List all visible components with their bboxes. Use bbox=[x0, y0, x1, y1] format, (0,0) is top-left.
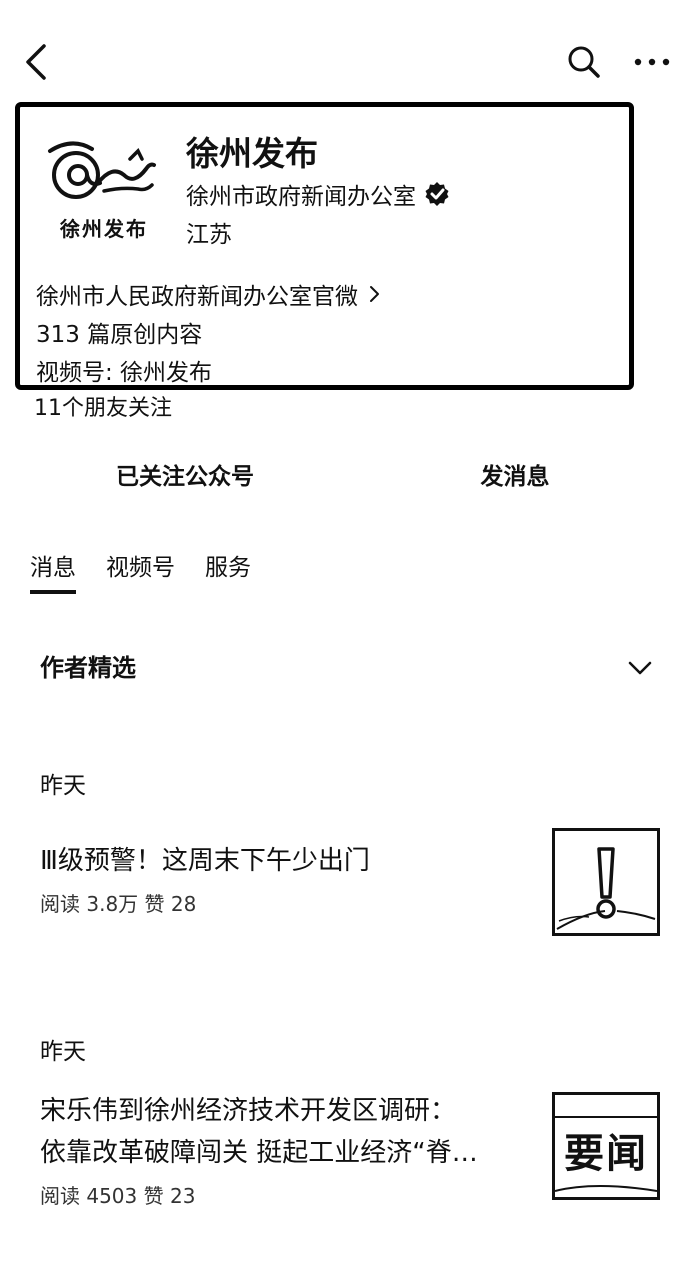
friends-following[interactable]: 11个朋友关注 bbox=[34, 390, 172, 422]
account-region: 江苏 bbox=[186, 222, 232, 248]
account-description[interactable]: 徐州市人民政府新闻办公室官微 bbox=[36, 277, 380, 311]
logo-mark-icon bbox=[48, 141, 156, 199]
chevron-right-icon bbox=[370, 286, 379, 302]
article-title: 宋乐伟到徐州经济技术开发区调研： 依靠改革破障闯关 挺起工业经济“脊… bbox=[40, 1090, 530, 1174]
logo-text: 徐州发布 bbox=[60, 217, 148, 241]
article-item[interactable]: 宋乐伟到徐州经济技术开发区调研： 依靠改革破障闯关 挺起工业经济“脊… 阅读 4… bbox=[40, 1090, 660, 1208]
account-org[interactable]: 徐州市政府新闻办公室 bbox=[186, 177, 450, 211]
account-org-label: 徐州市政府新闻办公室 bbox=[186, 184, 416, 210]
expand-button[interactable] bbox=[626, 654, 654, 682]
video-channel-link[interactable]: 视频号: 徐州发布 bbox=[36, 353, 212, 387]
account-profile-card: 徐州发布 徐州发布 徐州市政府新闻办公室 江苏 徐州市人民政府新闻办公室官微 3… bbox=[15, 102, 634, 390]
account-name: 徐州发布 bbox=[186, 134, 318, 173]
search-button[interactable] bbox=[564, 42, 604, 82]
article-date: 昨天 bbox=[40, 773, 86, 799]
tab-video-channel[interactable]: 视频号 bbox=[106, 548, 175, 594]
author-picks-section: 作者精选 bbox=[40, 648, 660, 688]
tab-messages[interactable]: 消息 bbox=[30, 548, 76, 594]
article-title-line: 宋乐伟到徐州经济技术开发区调研： bbox=[40, 1096, 457, 1126]
more-button[interactable] bbox=[630, 46, 674, 78]
more-horizontal-icon bbox=[634, 58, 670, 66]
back-button[interactable] bbox=[18, 40, 58, 84]
content-tabs: 消息 视频号 服务 bbox=[30, 548, 251, 594]
exclamation-warning-icon bbox=[556, 847, 656, 930]
article-thumbnail: 要闻 bbox=[552, 1092, 660, 1200]
account-description-text: 徐州市人民政府新闻办公室官微 bbox=[36, 284, 358, 310]
article-item[interactable]: Ⅲ级预警！这周末下午少出门 阅读 3.8万 赞 28 bbox=[40, 828, 660, 936]
article-thumbnail bbox=[552, 828, 660, 936]
chevron-left-icon bbox=[26, 44, 46, 80]
tab-services[interactable]: 服务 bbox=[205, 548, 251, 594]
original-content-count[interactable]: 313 篇原创内容 bbox=[36, 315, 202, 349]
send-message-button[interactable]: 发消息 bbox=[350, 455, 680, 499]
thumbnail-decoration bbox=[555, 1116, 657, 1192]
section-title: 作者精选 bbox=[40, 654, 136, 682]
top-bar bbox=[0, 30, 700, 94]
account-logo: 徐州发布 bbox=[42, 129, 158, 241]
article-title-line: 依靠改革破障闯关 挺起工业经济“脊… bbox=[40, 1138, 478, 1168]
article-title: Ⅲ级预警！这周末下午少出门 bbox=[40, 846, 370, 876]
followed-button[interactable]: 已关注公众号 bbox=[20, 455, 350, 499]
search-icon bbox=[568, 46, 600, 78]
chevron-down-icon bbox=[628, 661, 652, 675]
article-date: 昨天 bbox=[40, 1039, 86, 1065]
verified-badge-icon bbox=[425, 182, 449, 206]
